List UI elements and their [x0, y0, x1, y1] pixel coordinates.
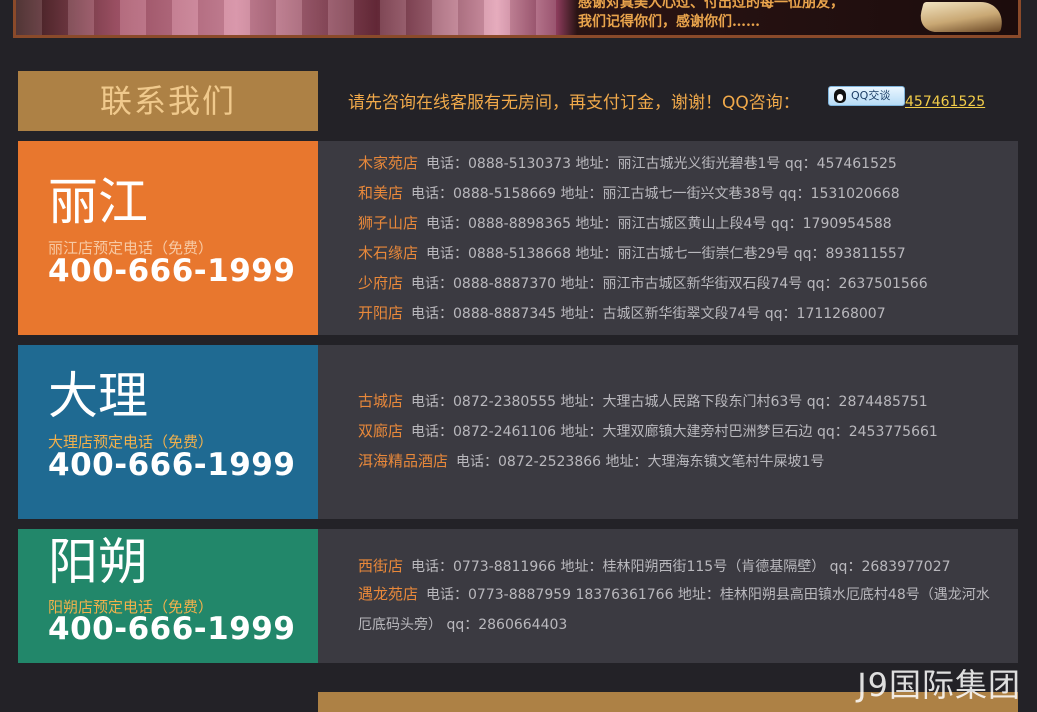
store-row: 遇龙苑店 电话：0773-8887959 18376361766 地址：桂林阳朔县… — [358, 579, 998, 640]
city-box-dali: 大理 大理店预定电话（免费） 400-666-1999 — [18, 345, 318, 519]
banner-photo — [16, 0, 556, 35]
store-row: 和美店 电话：0888-5158669 地址：丽江古城七一街兴文巷38号 qq：1… — [358, 182, 998, 203]
store-row: 西街店 电话：0773-8811966 地址：桂林阳朔西街115号（肯德基隔壁） … — [358, 555, 998, 576]
stores-panel-dali: 古城店 电话：0872-2380555 地址：大理古城人民路下段东门村63号 qq… — [318, 345, 1018, 519]
store-name[interactable]: 少府店 — [358, 274, 403, 292]
store-info: 电话：0888-5158669 地址：丽江古城七一街兴文巷38号 qq：1531… — [411, 186, 900, 202]
city-name: 大理 — [48, 367, 148, 425]
qq-penguin-icon — [834, 89, 846, 103]
qq-number-link[interactable]: 457461525 — [905, 94, 985, 110]
store-row: 狮子山店 电话：0888-8898365 地址：丽江古城区黄山上段4号 qq：17… — [358, 212, 998, 233]
store-row: 木石缘店 电话：0888-5138668 地址：丽江古城七一街崇仁巷29号 qq：… — [358, 242, 998, 263]
city-phone: 400-666-1999 — [48, 611, 296, 647]
store-info: 电话：0773-8887959 18376361766 地址：桂林阳朔县高田镇水… — [358, 587, 990, 633]
store-info: 电话：0888-5138668 地址：丽江古城七一街崇仁巷29号 qq：8938… — [426, 246, 906, 262]
city-name: 阳朔 — [48, 533, 148, 591]
store-row: 洱海精品酒店 电话：0872-2523866 地址：大理海东镇文笔村牛屎坡1号 — [358, 450, 998, 471]
store-info: 电话：0888-8887345 地址：古城区新华街翠文段74号 qq：17112… — [411, 306, 886, 322]
banner-text-line2: 我们记得你们，感谢你们…… — [578, 14, 760, 30]
store-name[interactable]: 和美店 — [358, 184, 403, 202]
city-box-lijiang: 丽江 丽江店预定电话（免费） 400-666-1999 — [18, 141, 318, 335]
top-banner: 感谢对真美人心过、付出过的每一位朋友， 我们记得你们，感谢你们…… — [13, 0, 1021, 38]
city-name: 丽江 — [48, 173, 148, 231]
store-row: 少府店 电话：0888-8887370 地址：丽江市古城区新华街双石段74号 qq… — [358, 272, 998, 293]
store-name[interactable]: 狮子山店 — [358, 214, 418, 232]
store-info: 电话：0888-5130373 地址：丽江古城光义街光碧巷1号 qq：45746… — [426, 156, 897, 172]
store-name[interactable]: 西街店 — [358, 557, 403, 575]
store-name[interactable]: 双廊店 — [358, 422, 403, 440]
city-phone: 400-666-1999 — [48, 253, 296, 289]
qq-chat-label: QQ交谈 — [851, 89, 891, 102]
store-name[interactable]: 木家苑店 — [358, 154, 418, 172]
store-info: 电话：0872-2523866 地址：大理海东镇文笔村牛屎坡1号 — [456, 454, 825, 470]
store-name[interactable]: 古城店 — [358, 392, 403, 410]
store-info: 电话：0888-8887370 地址：丽江市古城区新华街双石段74号 qq：26… — [411, 276, 928, 292]
store-row: 古城店 电话：0872-2380555 地址：大理古城人民路下段东门村63号 qq… — [358, 390, 998, 411]
store-row: 双廊店 电话：0872-2461106 地址：大理双廊镇大建旁村巴洲梦巨石边 qq… — [358, 420, 998, 441]
store-name[interactable]: 遇龙苑店 — [358, 585, 418, 603]
store-info: 电话：0773-8811966 地址：桂林阳朔西街115号（肯德基隔壁） qq：… — [411, 559, 951, 575]
watermark: J9国际集团 — [857, 666, 1021, 704]
store-name[interactable]: 洱海精品酒店 — [358, 452, 448, 470]
book-icon — [916, 2, 1008, 32]
store-info: 电话：0872-2461106 地址：大理双廊镇大建旁村巴洲梦巨石边 qq：24… — [411, 424, 938, 440]
city-phone: 400-666-1999 — [48, 447, 296, 483]
store-info: 电话：0872-2380555 地址：大理古城人民路下段东门村63号 qq：28… — [411, 394, 928, 410]
store-row: 木家苑店 电话：0888-5130373 地址：丽江古城光义街光碧巷1号 qq：4… — [358, 152, 998, 173]
store-name[interactable]: 开阳店 — [358, 304, 403, 322]
city-box-yangshuo: 阳朔 阳朔店预定电话（免费） 400-666-1999 — [18, 529, 318, 663]
store-info: 电话：0888-8898365 地址：丽江古城区黄山上段4号 qq：179095… — [426, 216, 892, 232]
booking-notice: 请先咨询在线客服有无房间，再支付订金，谢谢！QQ咨询： — [348, 93, 800, 113]
store-name[interactable]: 木石缘店 — [358, 244, 418, 262]
qq-chat-button[interactable]: QQ交谈 — [828, 86, 905, 106]
stores-panel-yangshuo: 西街店 电话：0773-8811966 地址：桂林阳朔西街115号（肯德基隔壁） … — [318, 529, 1018, 663]
store-row: 开阳店 电话：0888-8887345 地址：古城区新华街翠文段74号 qq：17… — [358, 302, 998, 323]
contact-title: 联系我们 — [18, 71, 318, 131]
stores-panel-lijiang: 木家苑店 电话：0888-5130373 地址：丽江古城光义街光碧巷1号 qq：4… — [318, 141, 1018, 335]
